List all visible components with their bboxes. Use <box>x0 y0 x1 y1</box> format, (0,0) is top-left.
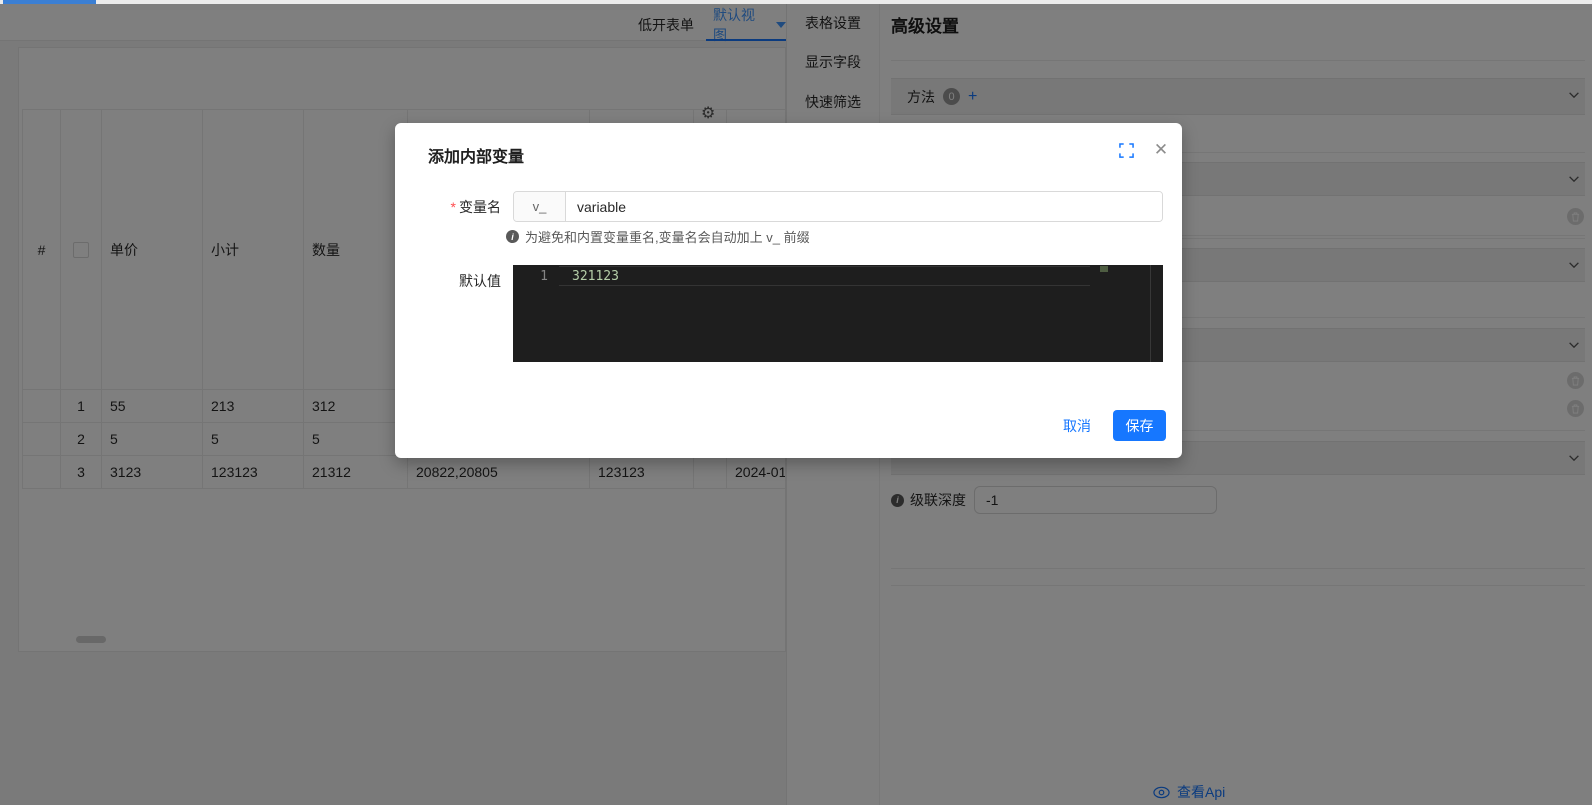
save-button[interactable]: 保存 <box>1113 410 1166 441</box>
progress-bar <box>3 0 96 4</box>
modal-title: 添加内部变量 <box>428 149 525 166</box>
fullscreen-icon[interactable] <box>1119 143 1134 158</box>
variable-name-hint: i 为避免和内置变量重名,变量名会自动加上 v_ 前缀 <box>506 227 810 246</box>
variable-name-input[interactable] <box>566 192 1162 221</box>
code-editor[interactable]: 1 321123 <box>513 265 1163 362</box>
variable-prefix: v_ <box>514 192 566 221</box>
editor-current-line <box>559 266 1090 286</box>
editor-line-number: 1 <box>540 269 548 284</box>
info-icon: i <box>506 230 519 243</box>
variable-name-label: * 变量名 <box>450 199 501 215</box>
screen: 低开表单 默认视图 # 单价 小计 数量 <box>0 0 1592 805</box>
add-internal-variable-modal: 添加内部变量 ✕ *变量名 v_ i 为避免和内置变量重名,变量名会自动加上 v… <box>395 123 1182 458</box>
editor-overview-marker <box>1100 266 1108 272</box>
modal-footer: 取消 保存 <box>1063 410 1166 441</box>
editor-scrollbar-track[interactable] <box>1150 265 1151 362</box>
close-icon[interactable]: ✕ <box>1151 140 1171 160</box>
variable-name-input-group: v_ <box>513 191 1163 222</box>
browser-progress-strip <box>0 0 1592 4</box>
cancel-button[interactable]: 取消 <box>1063 416 1091 436</box>
editor-code: 321123 <box>572 269 619 284</box>
hint-text: 为避免和内置变量重名,变量名会自动加上 v_ 前缀 <box>525 230 810 245</box>
required-mark: * <box>450 199 456 215</box>
default-value-label: 默认值 <box>459 273 501 289</box>
